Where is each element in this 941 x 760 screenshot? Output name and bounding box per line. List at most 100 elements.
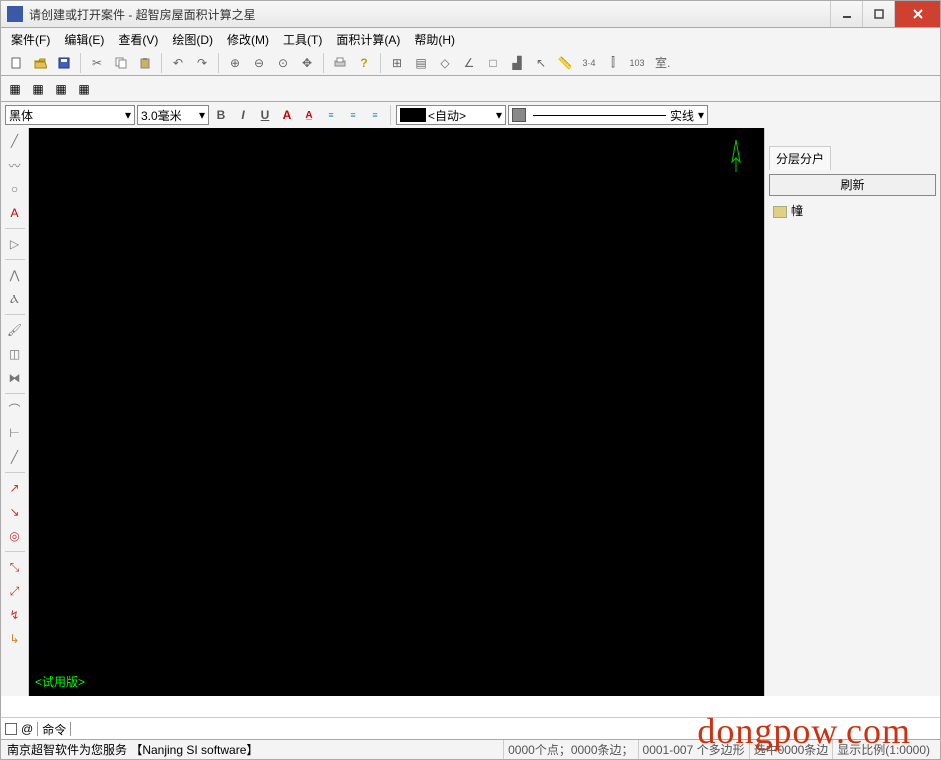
color-swatch <box>400 108 426 122</box>
underline-button[interactable]: U <box>255 105 275 125</box>
help-icon[interactable]: ? <box>353 52 375 74</box>
undo-icon[interactable]: ↶ <box>167 52 189 74</box>
menu-draw[interactable]: 绘图(D) <box>168 29 217 50</box>
copy-icon[interactable] <box>110 52 132 74</box>
split-icon[interactable]: ⫿ <box>602 52 624 74</box>
font-combo[interactable]: 黑体▾ <box>5 105 135 125</box>
paste-icon[interactable] <box>134 52 156 74</box>
text-tool-icon[interactable]: A <box>4 202 26 224</box>
tree-view[interactable]: 幢 <box>769 202 936 219</box>
building-icon <box>773 206 787 218</box>
tree-root-label: 幢 <box>791 204 803 218</box>
font-color2-button[interactable]: A̲ <box>299 105 319 125</box>
arrow-icon[interactable]: ↖ <box>530 52 552 74</box>
cmd-checkbox[interactable] <box>5 723 17 735</box>
app-icon <box>7 6 23 22</box>
align-left-icon[interactable]: ≡ <box>321 105 341 125</box>
grid-icon[interactable]: ⊞ <box>386 52 408 74</box>
paint-tool-icon[interactable]: 🖌 <box>4 319 26 341</box>
target-icon[interactable]: ◎ <box>4 525 26 547</box>
ortho-tool-icon[interactable]: ⊢ <box>4 422 26 444</box>
layer1-icon[interactable]: ▦ <box>5 79 25 99</box>
menu-file[interactable]: 案件(F) <box>7 29 54 50</box>
chevron-down-icon: ▾ <box>195 108 205 122</box>
layer4-icon[interactable]: ▦ <box>74 79 94 99</box>
align-right-icon[interactable]: ≡ <box>365 105 385 125</box>
snap2-icon[interactable]: ⤢ <box>4 580 26 602</box>
snap4-icon[interactable]: ↳ <box>4 628 26 650</box>
tab-layers[interactable]: 分层分户 <box>769 146 831 170</box>
work-area: ╱ 〰 ○ A ▷ ⋀ Ⲁ 🖌 ◫ ⧓ ⌒ ⊢ ╱ ↗ ↘ ◎ ⤡ ⤢ ↯ ↳ … <box>0 128 941 696</box>
polyline-tool-icon[interactable]: 〰 <box>4 154 26 176</box>
wall-icon[interactable]: ▤ <box>410 52 432 74</box>
arc-tool-icon[interactable]: ⌒ <box>4 398 26 420</box>
layer-toolbar: ▦ ▦ ▦ ▦ <box>0 76 941 102</box>
square-icon[interactable]: □ <box>482 52 504 74</box>
layer2-icon[interactable]: ▦ <box>28 79 48 99</box>
cut-icon[interactable]: ✂ <box>86 52 108 74</box>
ruler-icon[interactable]: 📏 <box>554 52 576 74</box>
measure-icon[interactable]: 3·4 <box>578 52 600 74</box>
minimize-button[interactable] <box>830 1 862 27</box>
menu-bar: 案件(F) 编辑(E) 查看(V) 绘图(D) 修改(M) 工具(T) 面积计算… <box>0 28 941 50</box>
menu-area[interactable]: 面积计算(A) <box>332 29 404 50</box>
status-scale: 显示比例(1:0000) <box>832 740 934 759</box>
angle-icon[interactable]: ∠ <box>458 52 480 74</box>
menu-edit[interactable]: 编辑(E) <box>60 29 108 50</box>
status-left: 南京超智软件为您服务 【Nanjing SI software】 <box>7 741 503 758</box>
close-button[interactable] <box>894 1 940 27</box>
bold-button[interactable]: B <box>211 105 231 125</box>
snap1-icon[interactable]: ⤡ <box>4 556 26 578</box>
italic-button[interactable]: I <box>233 105 253 125</box>
zoom-fit-icon[interactable]: ⊙ <box>272 52 294 74</box>
menu-modify[interactable]: 修改(M) <box>223 29 273 50</box>
window-title: 请创建或打开案件 - 超智房屋面积计算之星 <box>29 6 830 23</box>
pan-icon[interactable]: ✥ <box>296 52 318 74</box>
trial-label: <试用版> <box>35 673 85 690</box>
node-red2-icon[interactable]: ↘ <box>4 501 26 523</box>
font-color-button[interactable]: A <box>277 105 297 125</box>
layer3-icon[interactable]: ▦ <box>51 79 71 99</box>
save-icon[interactable] <box>53 52 75 74</box>
size-combo[interactable]: 3.0毫米 ▾ <box>137 105 209 125</box>
align-center-icon[interactable]: ≡ <box>343 105 363 125</box>
unit-icon[interactable]: 103 <box>626 52 648 74</box>
chevron-down-icon: ▾ <box>492 108 502 122</box>
main-toolbar: ✂ ↶ ↷ ⊕ ⊖ ⊙ ✥ ? ⊞ ▤ ◇ ∠ □ ▟ ↖ 📏 3·4 ⫿ 10… <box>0 50 941 76</box>
drawing-canvas[interactable]: <试用版> <box>29 128 764 696</box>
new-icon[interactable] <box>5 52 27 74</box>
menu-help[interactable]: 帮助(H) <box>410 29 459 50</box>
measure-tool-icon[interactable]: ⋀ <box>4 264 26 286</box>
diamond-icon[interactable]: ◇ <box>434 52 456 74</box>
line-tool-icon[interactable]: ╱ <box>4 130 26 152</box>
command-log <box>1 696 940 718</box>
print-icon[interactable] <box>329 52 351 74</box>
color-combo[interactable]: <自动>▾ <box>396 105 506 125</box>
compass-icon <box>726 138 746 174</box>
menu-view[interactable]: 查看(V) <box>114 29 162 50</box>
erase-tool-icon[interactable]: ◫ <box>4 343 26 365</box>
select-tool-icon[interactable]: ▷ <box>4 233 26 255</box>
line-swatch <box>512 108 526 122</box>
dimension-tool-icon[interactable]: Ⲁ <box>4 288 26 310</box>
maximize-button[interactable] <box>862 1 894 27</box>
open-icon[interactable] <box>29 52 51 74</box>
zoom-out-icon[interactable]: ⊖ <box>248 52 270 74</box>
node-red-icon[interactable]: ↗ <box>4 477 26 499</box>
command-line[interactable]: @ 命令 <box>1 718 940 740</box>
stairs-icon[interactable]: ▟ <box>506 52 528 74</box>
refresh-button[interactable]: 刷新 <box>769 174 936 196</box>
menu-tools[interactable]: 工具(T) <box>279 29 326 50</box>
redo-icon[interactable]: ↷ <box>191 52 213 74</box>
size-value: 3.0毫米 <box>141 107 182 124</box>
diag-tool-icon[interactable]: ╱ <box>4 446 26 468</box>
circle-tool-icon[interactable]: ○ <box>4 178 26 200</box>
linestyle-combo[interactable]: 实线▾ <box>508 105 708 125</box>
snap3-icon[interactable]: ↯ <box>4 604 26 626</box>
mirror-tool-icon[interactable]: ⧓ <box>4 367 26 389</box>
status-points: 0000个点；0000条边； <box>503 740 637 759</box>
room-button[interactable]: 室. <box>650 52 675 74</box>
chevron-down-icon: ▾ <box>121 108 131 122</box>
zoom-in-icon[interactable]: ⊕ <box>224 52 246 74</box>
line-value: 实线 <box>670 107 694 124</box>
